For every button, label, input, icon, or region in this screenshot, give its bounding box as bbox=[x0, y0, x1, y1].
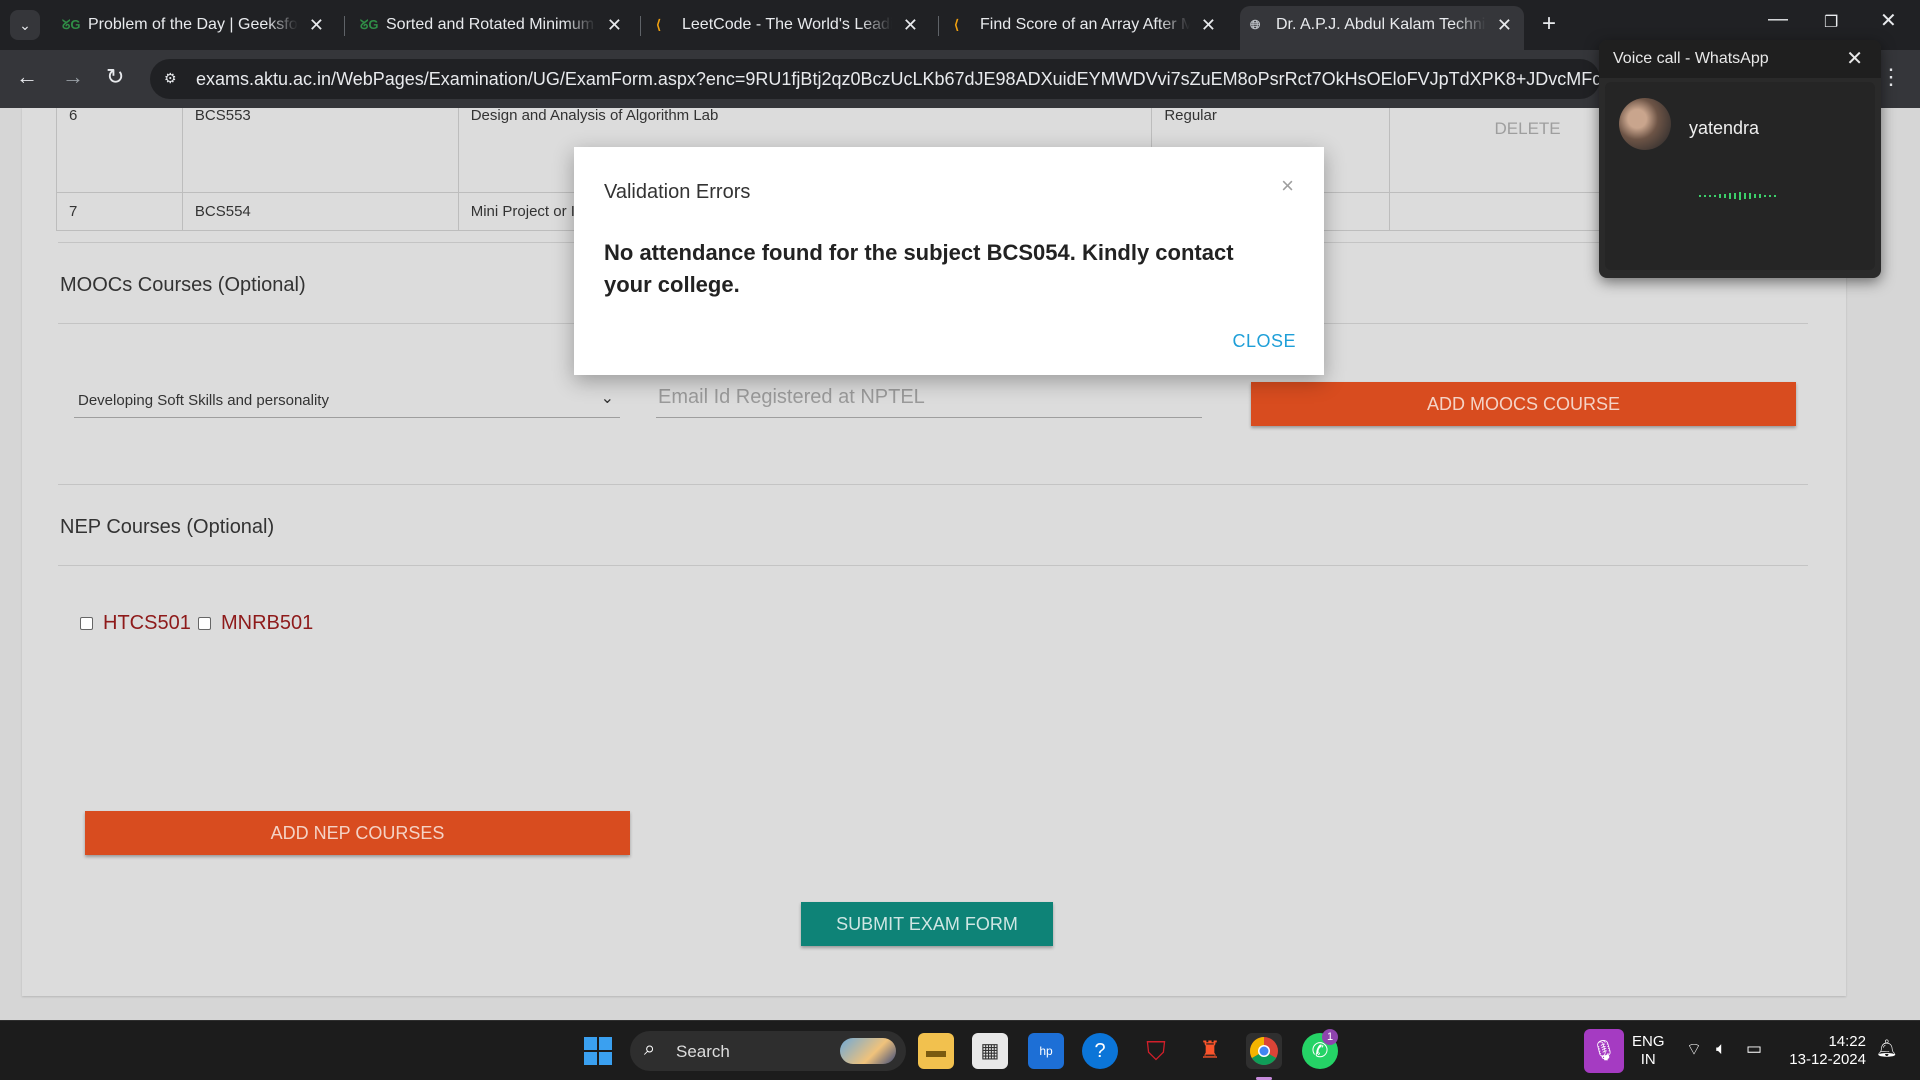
close-tab-icon[interactable]: ✕ bbox=[607, 6, 622, 44]
divider bbox=[58, 484, 1808, 485]
tab-divider bbox=[640, 16, 641, 36]
address-bar[interactable]: ⚙︎ exams.aktu.ac.in/WebPages/Examination… bbox=[150, 59, 1707, 99]
chrome-logo-icon bbox=[1250, 1037, 1278, 1065]
validation-error-dialog: Validation Errors × No attendance found … bbox=[574, 147, 1324, 375]
forward-icon[interactable]: → bbox=[62, 64, 84, 90]
delete-button[interactable]: DELETE bbox=[1495, 119, 1561, 138]
windows-start-icon[interactable] bbox=[584, 1037, 612, 1065]
moocs-section-title: MOOCs Courses (Optional) bbox=[60, 274, 306, 296]
tab-aktu[interactable]: 🌐︎ Dr. A.P.J. Abdul Kalam Technical Univ… bbox=[1240, 6, 1524, 50]
tab-sorted-rotated-minimum[interactable]: ᘜG Sorted and Rotated Minimum | Geeksfor… bbox=[350, 6, 634, 44]
nptel-email-input[interactable] bbox=[656, 378, 1202, 418]
dialog-title: Validation Errors bbox=[604, 181, 751, 203]
add-nep-courses-button[interactable]: ADD NEP COURSES bbox=[85, 811, 630, 855]
get-help-icon[interactable]: ? bbox=[1082, 1033, 1118, 1069]
close-tab-icon[interactable]: ✕ bbox=[309, 6, 324, 44]
language-indicator[interactable]: ENG IN bbox=[1632, 1033, 1665, 1069]
reload-icon[interactable]: ↻ bbox=[106, 64, 124, 90]
call-window-title: Voice call - WhatsApp bbox=[1613, 50, 1769, 67]
back-icon[interactable]: ← bbox=[16, 64, 38, 90]
notification-bell-icon[interactable]: 🔔︎ bbox=[1876, 1039, 1898, 1059]
tab-leetcode[interactable]: ⟨ LeetCode - The World's Leading Online … bbox=[646, 6, 930, 44]
browser-menu-icon[interactable]: ⋮ bbox=[1880, 64, 1902, 90]
subject-code: BCS554 bbox=[181, 192, 459, 231]
close-dialog-icon[interactable]: × bbox=[1281, 173, 1294, 199]
minimize-icon[interactable]: — bbox=[1768, 8, 1788, 31]
clock-time: 14:22 bbox=[1828, 1033, 1866, 1050]
caller-name: yatendra bbox=[1689, 118, 1760, 138]
clock[interactable]: 14:22 13-12-2024 bbox=[1788, 1033, 1866, 1069]
nep-option-label: MNRB501 bbox=[221, 612, 314, 634]
tab-geeksforgeeks-potd[interactable]: ᘜG Problem of the Day | GeeksforGeeks ✕ bbox=[52, 6, 336, 44]
audio-wave-icon bbox=[1699, 192, 1776, 200]
tab-title: Find Score of an Array After Marking All… bbox=[980, 16, 1190, 33]
mcafee-icon[interactable]: ⛉ bbox=[1138, 1033, 1174, 1069]
whatsapp-call-window: Voice call - WhatsApp ✕ yatendra bbox=[1599, 40, 1881, 278]
close-dialog-button[interactable]: CLOSE bbox=[1232, 331, 1296, 352]
url-text[interactable]: exams.aktu.ac.in/WebPages/Examination/UG… bbox=[196, 69, 1707, 90]
search-icon: ⌕ bbox=[644, 1038, 656, 1060]
nep-checkbox-mnrb501[interactable] bbox=[198, 617, 211, 630]
chevron-down-icon: ⌄ bbox=[600, 390, 614, 407]
myhp-icon[interactable]: hp bbox=[1028, 1033, 1064, 1069]
nep-checkbox-htcs501[interactable] bbox=[80, 617, 93, 630]
close-tab-icon[interactable]: ✕ bbox=[1497, 6, 1512, 44]
mooc-course-selected: Developing Soft Skills and personality bbox=[78, 392, 329, 409]
globe-icon: 🌐︎ bbox=[1250, 17, 1261, 32]
restore-icon[interactable]: ❐ bbox=[1824, 12, 1838, 32]
close-tab-icon[interactable]: ✕ bbox=[903, 6, 918, 44]
close-call-window-icon[interactable]: ✕ bbox=[1846, 46, 1863, 71]
tab-title: Sorted and Rotated Minimum | GeeksforGee… bbox=[386, 16, 596, 33]
add-moocs-course-button[interactable]: ADD MOOCS COURSE bbox=[1251, 382, 1796, 426]
new-tab-icon[interactable]: + bbox=[1542, 10, 1556, 38]
volume-icon[interactable]: 🔈︎ bbox=[1716, 1039, 1726, 1059]
leetcode-icon: ⟨ bbox=[656, 17, 662, 32]
chrome-icon[interactable] bbox=[1246, 1033, 1282, 1069]
tab-search-button[interactable]: ⌄ bbox=[10, 10, 40, 40]
search-label: Search bbox=[676, 1042, 730, 1061]
divider bbox=[58, 565, 1808, 566]
lang-region: IN bbox=[1640, 1051, 1656, 1068]
caller-name-wrap: yatendra bbox=[1689, 118, 1759, 139]
nep-option-label: HTCS501 bbox=[103, 612, 191, 634]
tab-title: LeetCode - The World's Leading Online Pr… bbox=[682, 16, 892, 33]
tab-find-score[interactable]: ⟨ Find Score of an Array After Marking A… bbox=[944, 6, 1228, 44]
microphone-icon[interactable]: 🎙︎ bbox=[1584, 1029, 1624, 1073]
gfg-icon: ᘜG bbox=[62, 17, 81, 32]
whatsapp-badge: 1 bbox=[1322, 1029, 1338, 1045]
mooc-course-select[interactable]: Developing Soft Skills and personality ⌄ bbox=[74, 380, 620, 418]
submit-exam-form-button[interactable]: SUBMIT EXAM FORM bbox=[801, 902, 1053, 946]
gfg-icon: ᘜG bbox=[360, 17, 379, 32]
tab-divider bbox=[344, 16, 345, 36]
nep-section-title: NEP Courses (Optional) bbox=[60, 516, 275, 538]
tab-title: Problem of the Day | GeeksforGeeks bbox=[88, 16, 298, 33]
caller-avatar bbox=[1619, 98, 1671, 150]
wifi-icon[interactable]: ⌔ bbox=[1686, 1039, 1702, 1060]
call-window-header: Voice call - WhatsApp ✕ bbox=[1599, 40, 1881, 78]
close-window-icon[interactable]: ✕ bbox=[1880, 8, 1897, 33]
lang-code: ENG bbox=[1632, 1033, 1665, 1050]
taskbar: ⌕ Search ▬ ▦ hp ? ⛉ ♜ ✆ 1 🎙︎ ENG IN ⌔ 🔈︎… bbox=[0, 1020, 1920, 1080]
tab-divider bbox=[938, 16, 939, 36]
site-info-icon[interactable]: ⚙︎ bbox=[164, 68, 184, 88]
close-tab-icon[interactable]: ✕ bbox=[1201, 6, 1216, 44]
subject-code: BCS553 bbox=[181, 108, 459, 193]
clock-date: 13-12-2024 bbox=[1789, 1051, 1866, 1068]
row-number: 7 bbox=[56, 192, 183, 231]
tab-title: Dr. A.P.J. Abdul Kalam Technical Univers… bbox=[1276, 16, 1486, 33]
file-explorer-icon[interactable]: ▬ bbox=[918, 1033, 954, 1069]
taskbar-search[interactable]: ⌕ Search bbox=[630, 1031, 906, 1071]
brave-browser-icon[interactable]: ♜ bbox=[1192, 1033, 1228, 1069]
microsoft-store-icon[interactable]: ▦ bbox=[972, 1033, 1008, 1069]
search-highlight-art bbox=[840, 1038, 896, 1064]
row-number: 6 bbox=[56, 108, 183, 193]
battery-icon[interactable]: ▭ bbox=[1746, 1039, 1762, 1059]
leetcode-icon: ⟨ bbox=[954, 17, 960, 32]
dialog-message: No attendance found for the subject BCS0… bbox=[604, 240, 1234, 297]
